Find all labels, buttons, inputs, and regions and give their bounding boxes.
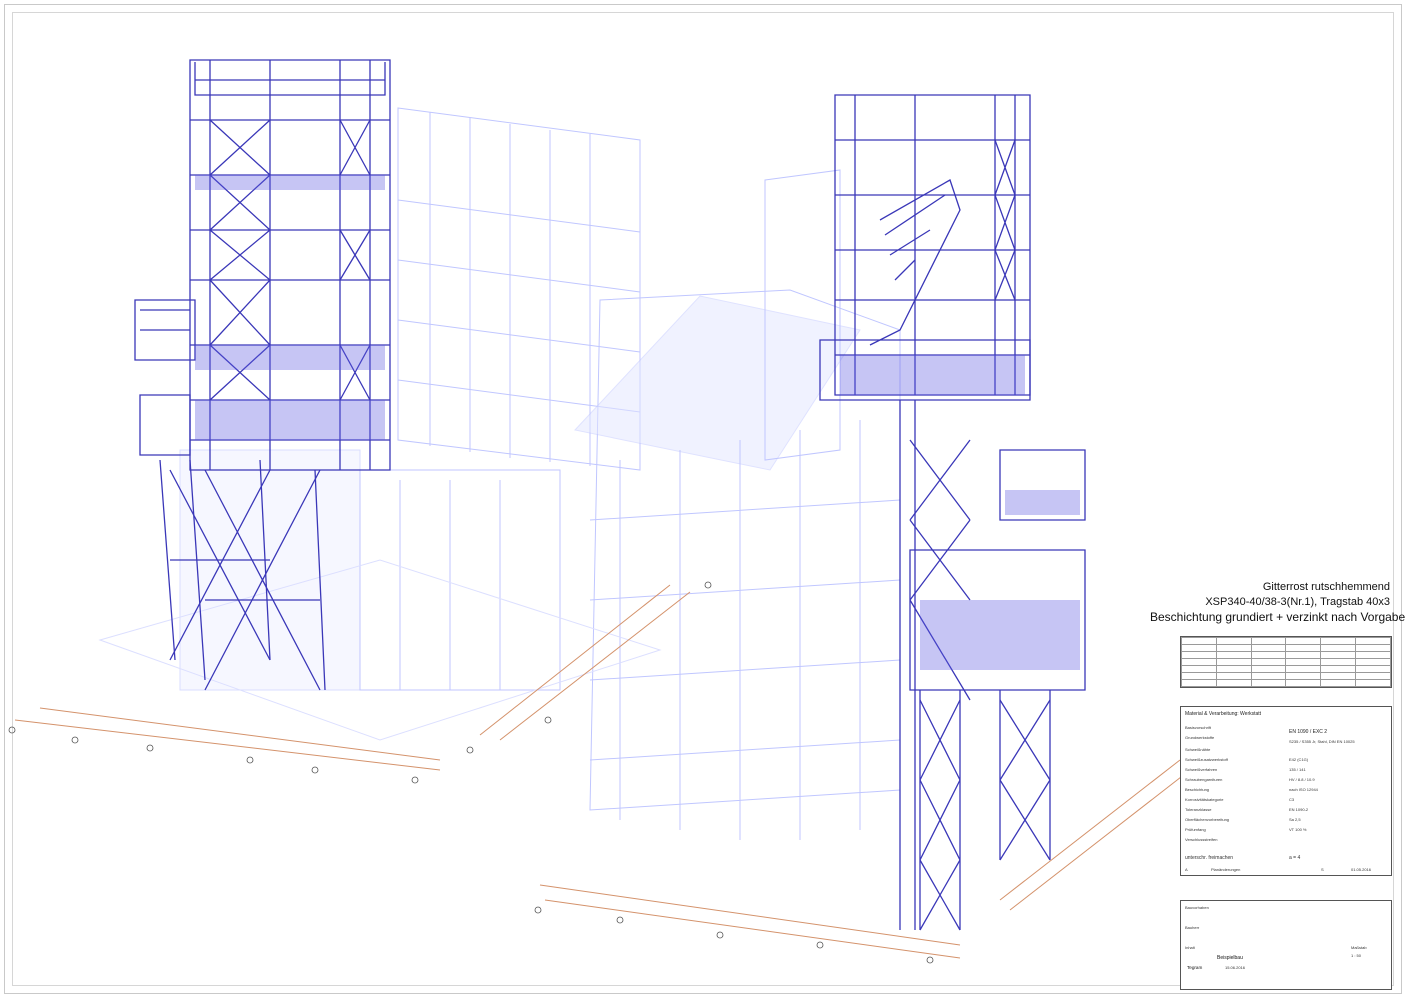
material-row-value: S235 / S355 Jr, Stahl, DIN EN 10025 xyxy=(1289,739,1355,744)
material-row-label: Basisvorschrift xyxy=(1185,725,1212,730)
material-row-value: nach ISO 12944 xyxy=(1289,787,1318,792)
material-row-value: EN 1090-2 xyxy=(1289,807,1309,812)
note-line-3: Beschichtung grundiert + verzinkt nach V… xyxy=(1150,610,1406,624)
drawing-title: Beispielbau xyxy=(1217,955,1243,961)
grating-specification-note: Gitterrost rutschhemmend XSP340-40/38-3(… xyxy=(1150,580,1406,625)
material-row-label: Beschichtung xyxy=(1185,787,1210,792)
scale-label: Maßstab xyxy=(1351,945,1367,950)
approval-value: a = 4 xyxy=(1289,855,1301,861)
material-row-label: Grundwerkstoffe xyxy=(1185,735,1215,740)
title-block: Bauvorhaben Bauherr Inhalt Beispielbau T… xyxy=(1180,900,1392,990)
material-row-label: Schweißverfahren xyxy=(1185,767,1218,772)
grid-lines-right xyxy=(539,759,1191,959)
parts-table xyxy=(1180,636,1392,688)
drawing-date: 15.06.2016 xyxy=(1225,965,1246,970)
note-line-1: Gitterrost rutschhemmend xyxy=(1262,581,1390,593)
material-row-value: 135 / 141 xyxy=(1289,767,1306,772)
material-row-label: Schweißzusatzwerkstoff xyxy=(1185,757,1228,762)
approval-label: unterschr. freimachen xyxy=(1185,855,1234,861)
material-row-value: VT 100 % xyxy=(1289,827,1307,832)
note-line-2: XSP340-40/38-3(Nr.1), Tragstab 40x3 xyxy=(1205,596,1390,608)
material-row-label: Schweißnähte xyxy=(1185,747,1211,752)
material-row-value: Sa 2,5 xyxy=(1289,817,1301,822)
right-tower-grating xyxy=(840,355,1080,670)
material-row-label: Oberflächenvorbereitung xyxy=(1185,817,1230,822)
material-row-label: Schraubengarnituren xyxy=(1185,777,1223,782)
project-label: Bauvorhaben xyxy=(1185,905,1209,910)
material-block: Material & Verarbeitung: Werkstatt EN 10… xyxy=(1180,706,1392,876)
drawer-name: Tegram xyxy=(1187,965,1203,970)
client-label: Bauherr xyxy=(1185,925,1200,930)
revision-text: Planänderungen xyxy=(1211,867,1241,872)
content-label: Inhalt xyxy=(1185,945,1195,950)
material-row-value: E42 (C1G) xyxy=(1289,757,1309,762)
material-row-label: Prüfumfang xyxy=(1185,827,1206,832)
drawing-scale: 1 : 50 xyxy=(1351,953,1362,958)
material-row-label: Korrosivitätskategorie xyxy=(1185,797,1224,802)
drawing-sheet: Gitterrost rutschhemmend XSP340-40/38-3(… xyxy=(0,0,1408,1000)
material-row-label: Verschlussstreifen xyxy=(1185,837,1218,842)
material-row-label: Toleranzklasse xyxy=(1185,807,1212,812)
parts-schedule xyxy=(1180,636,1392,694)
revision-date: 01.05.2016 xyxy=(1351,867,1372,872)
material-standard: EN 1090 / EXC 2 xyxy=(1289,729,1328,735)
material-row-value: HV / 8.8 / 10.9 xyxy=(1289,777,1315,782)
left-tower-grating xyxy=(195,175,385,440)
revision-sign: S xyxy=(1321,867,1324,872)
material-heading: Material & Verarbeitung: Werkstatt xyxy=(1185,711,1262,717)
background-building-ghost xyxy=(98,107,901,840)
material-row-value: C3 xyxy=(1289,797,1295,802)
revision-index: A xyxy=(1185,867,1188,872)
